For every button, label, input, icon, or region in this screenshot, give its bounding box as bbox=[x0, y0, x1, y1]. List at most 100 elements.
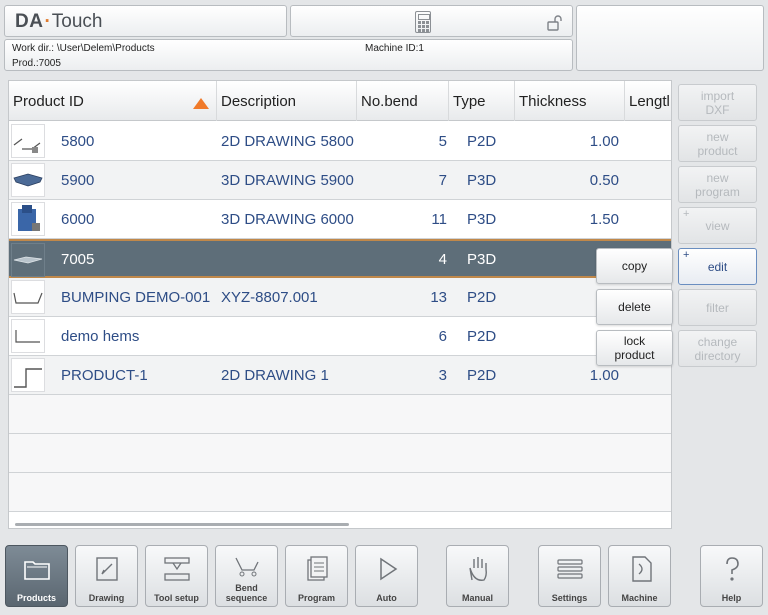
table-header: Product ID Description No.bend Type Thic… bbox=[9, 81, 671, 121]
product-thickness: 0.50 bbox=[589, 172, 619, 189]
product-bends: 4 bbox=[438, 251, 447, 268]
product-type: P3D bbox=[467, 211, 497, 228]
work-directory: Work dir.: \User\Delem\Products bbox=[12, 43, 155, 54]
product-id: 7005 bbox=[61, 251, 95, 268]
product-thumbnail bbox=[11, 280, 45, 314]
product-description: 2D DRAWING 1 bbox=[221, 367, 329, 384]
horizontal-scrollbar[interactable] bbox=[15, 523, 349, 526]
import-dxf-button[interactable]: import DXF bbox=[678, 84, 757, 121]
col-thickness[interactable]: Thickness bbox=[515, 81, 625, 121]
product-thickness: 1.50 bbox=[589, 211, 619, 228]
empty-row bbox=[9, 395, 671, 434]
tool-setup-icon bbox=[164, 557, 190, 581]
product-bends: 13 bbox=[430, 289, 447, 306]
product-description: 3D DRAWING 5900 bbox=[221, 172, 354, 189]
col-length[interactable]: Lengtl bbox=[625, 81, 671, 121]
product-description: 2D DRAWING 5800 bbox=[221, 133, 354, 150]
program-icon bbox=[307, 556, 328, 581]
col-product-id[interactable]: Product ID bbox=[9, 81, 217, 121]
new-program-button[interactable]: new program bbox=[678, 166, 757, 203]
app-logo: DA·Touch bbox=[15, 11, 103, 32]
nav-program[interactable]: Program bbox=[285, 545, 348, 607]
product-type: P2D bbox=[467, 289, 497, 306]
question-icon bbox=[726, 557, 739, 581]
product-id: 5800 bbox=[61, 133, 95, 150]
nav-machine[interactable]: Machine bbox=[608, 545, 671, 607]
empty-row bbox=[9, 473, 671, 512]
product-description: XYZ-8807.001 bbox=[221, 289, 318, 306]
product-thumbnail bbox=[11, 163, 45, 197]
table-row[interactable]: PRODUCT-1 2D DRAWING 1 3 P2D 1.00 bbox=[9, 356, 671, 395]
product-bends: 11 bbox=[431, 211, 447, 228]
new-product-button[interactable]: new product bbox=[678, 125, 757, 162]
col-type[interactable]: Type bbox=[449, 81, 515, 121]
product-id: demo hems bbox=[61, 328, 140, 345]
message-panel bbox=[576, 5, 764, 71]
nav-manual[interactable]: Manual bbox=[446, 545, 509, 607]
nav-auto[interactable]: Auto bbox=[355, 545, 418, 607]
plus-icon: + bbox=[683, 208, 690, 220]
status-panel bbox=[290, 5, 573, 37]
info-bar: Work dir.: \User\Delem\Products Machine … bbox=[4, 39, 573, 71]
product-bends: 6 bbox=[438, 328, 447, 345]
filter-button[interactable]: filter bbox=[678, 289, 757, 326]
nav-settings[interactable]: Settings bbox=[538, 545, 601, 607]
product-bends: 5 bbox=[438, 133, 447, 150]
product-thumbnail bbox=[11, 243, 45, 277]
copy-button[interactable]: copy bbox=[596, 248, 673, 284]
change-directory-button[interactable]: change directory bbox=[678, 330, 757, 367]
table-row[interactable]: BUMPING DEMO-001 XYZ-8807.001 13 P2D 2 bbox=[9, 278, 671, 317]
product-bends: 3 bbox=[438, 367, 447, 384]
delete-button[interactable]: delete bbox=[596, 289, 673, 325]
product-type: P3D bbox=[467, 172, 497, 189]
bend-sequence-icon bbox=[235, 557, 259, 577]
nav-bend-sequence[interactable]: Bend sequence bbox=[215, 545, 278, 607]
product-thumbnail bbox=[11, 358, 45, 392]
folder-icon bbox=[24, 561, 50, 580]
current-product: Prod.:7005 bbox=[12, 58, 61, 69]
product-thumbnail bbox=[11, 124, 45, 158]
calculator-icon[interactable] bbox=[415, 11, 431, 33]
drawing-icon bbox=[96, 557, 118, 581]
nav-tool-setup[interactable]: Tool setup bbox=[145, 545, 208, 607]
machine-id: Machine ID:1 bbox=[365, 43, 424, 54]
empty-row bbox=[9, 434, 671, 473]
product-description bbox=[221, 317, 361, 356]
product-thumbnail bbox=[11, 202, 45, 236]
product-type: P2D bbox=[467, 367, 497, 384]
nav-products[interactable]: Products bbox=[5, 545, 68, 607]
settings-list-icon bbox=[557, 559, 583, 579]
product-type: P2D bbox=[467, 133, 497, 150]
unlock-icon[interactable] bbox=[547, 15, 563, 31]
table-row-selected[interactable]: 7005 4 P3D 1 bbox=[9, 239, 671, 280]
machine-icon bbox=[632, 556, 652, 582]
product-thickness: 1.00 bbox=[589, 133, 619, 150]
table-row[interactable]: 5900 3D DRAWING 5900 7 P3D 0.50 bbox=[9, 161, 671, 200]
table-row[interactable]: 5800 2D DRAWING 5800 5 P2D 1.00 bbox=[9, 122, 671, 161]
product-type: P3D bbox=[467, 251, 497, 268]
product-id: PRODUCT-1 bbox=[61, 367, 148, 384]
edit-button[interactable]: + edit bbox=[678, 248, 757, 285]
product-bends: 7 bbox=[438, 172, 447, 189]
play-icon bbox=[380, 557, 398, 581]
nav-help[interactable]: Help bbox=[700, 545, 763, 607]
product-description: 3D DRAWING 6000 bbox=[221, 211, 354, 228]
col-no-bend[interactable]: No.bend bbox=[357, 81, 449, 121]
product-id: 5900 bbox=[61, 172, 95, 189]
table-row[interactable]: demo hems 6 P2D 1 bbox=[9, 317, 671, 356]
table-row[interactable]: 6000 3D DRAWING 6000 11 P3D 1.50 bbox=[9, 200, 671, 239]
lock-product-button[interactable]: lock product bbox=[596, 330, 673, 366]
logo-panel: DA·Touch bbox=[4, 5, 287, 37]
product-id: 6000 bbox=[61, 211, 95, 228]
product-description bbox=[221, 241, 361, 280]
product-id: BUMPING DEMO-001 bbox=[61, 289, 211, 306]
hand-icon bbox=[469, 557, 487, 581]
product-thumbnail bbox=[11, 319, 45, 353]
col-description[interactable]: Description bbox=[217, 81, 357, 121]
product-type: P2D bbox=[467, 328, 497, 345]
nav-drawing[interactable]: Drawing bbox=[75, 545, 138, 607]
sort-ascending-icon[interactable] bbox=[193, 98, 209, 109]
plus-icon: + bbox=[683, 249, 690, 261]
view-button[interactable]: + view bbox=[678, 207, 757, 244]
product-table: Product ID Description No.bend Type Thic… bbox=[8, 80, 672, 529]
